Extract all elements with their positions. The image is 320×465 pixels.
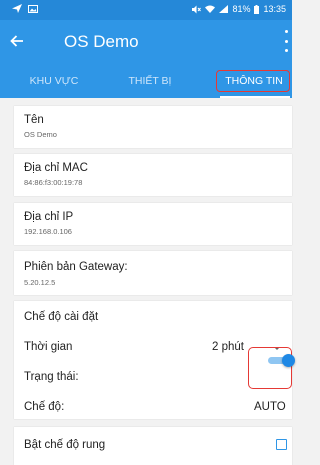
vibrate-checkbox[interactable] <box>276 439 287 450</box>
navigation-arrow-icon <box>12 4 22 13</box>
tab-bar: KHU VỰC THIẾT BỊ THÔNG TIN <box>0 64 292 98</box>
wifi-icon <box>205 5 216 13</box>
mode-value[interactable]: AUTO <box>254 401 292 413</box>
status-bar: 81% 13:35 <box>0 0 292 20</box>
battery-icon <box>254 4 260 14</box>
gateway-label: Phiên bản Gateway: <box>24 261 128 273</box>
info-card-mac: Địa chỉ MAC 84:86:f3:00:19:78 <box>14 154 292 196</box>
info-card-gateway: Phiên bản Gateway: 5.20.12.5 <box>14 251 292 295</box>
battery-percent: 81% <box>232 4 251 14</box>
arrow-left-icon <box>10 35 23 47</box>
name-label: Tên <box>24 114 44 126</box>
ip-label: Địa chỉ IP <box>24 211 74 223</box>
tab-thong-tin[interactable]: THÔNG TIN <box>216 64 292 98</box>
tab-thiet-bi[interactable]: THIẾT BỊ <box>102 64 198 98</box>
settings-card: Chế độ cài đặt Thời gian 2 phút Trạng th… <box>14 301 295 419</box>
time-select[interactable]: 2 phút <box>212 341 244 353</box>
mode-label: Chế độ: <box>24 401 65 413</box>
tab-khu-vuc[interactable]: KHU VỰC <box>6 64 102 98</box>
ip-value: 192.168.0.106 <box>24 227 72 236</box>
time-label: Thời gian <box>24 341 73 353</box>
image-icon <box>28 4 38 13</box>
info-card-ip: Địa chỉ IP 192.168.0.106 <box>14 203 292 245</box>
mac-value: 84:86:f3:00:19:78 <box>24 178 83 187</box>
toggle-knob <box>282 354 295 367</box>
status-toggle[interactable] <box>268 354 295 367</box>
vibrate-label: Bật chế độ rung <box>24 439 106 451</box>
gateway-value: 5.20.12.5 <box>24 278 56 287</box>
name-value: OS Demo <box>24 130 57 139</box>
app-bar: OS Demo <box>0 20 292 64</box>
tab-highlight-box <box>216 70 290 92</box>
status-label: Trạng thái: <box>24 371 79 383</box>
clock: 13:35 <box>263 4 286 14</box>
more-vert-icon[interactable] <box>282 30 290 52</box>
signal-icon <box>219 5 229 13</box>
tab-underline <box>220 96 290 98</box>
info-card-name: Tên OS Demo <box>14 106 292 148</box>
settings-section-title: Chế độ cài đặt <box>24 311 99 323</box>
mute-icon <box>192 5 202 13</box>
back-button[interactable] <box>10 31 30 51</box>
mac-label: Địa chỉ MAC <box>24 162 88 174</box>
app-title: OS Demo <box>64 32 139 51</box>
vibrate-card: Bật chế độ rung <box>14 427 292 465</box>
